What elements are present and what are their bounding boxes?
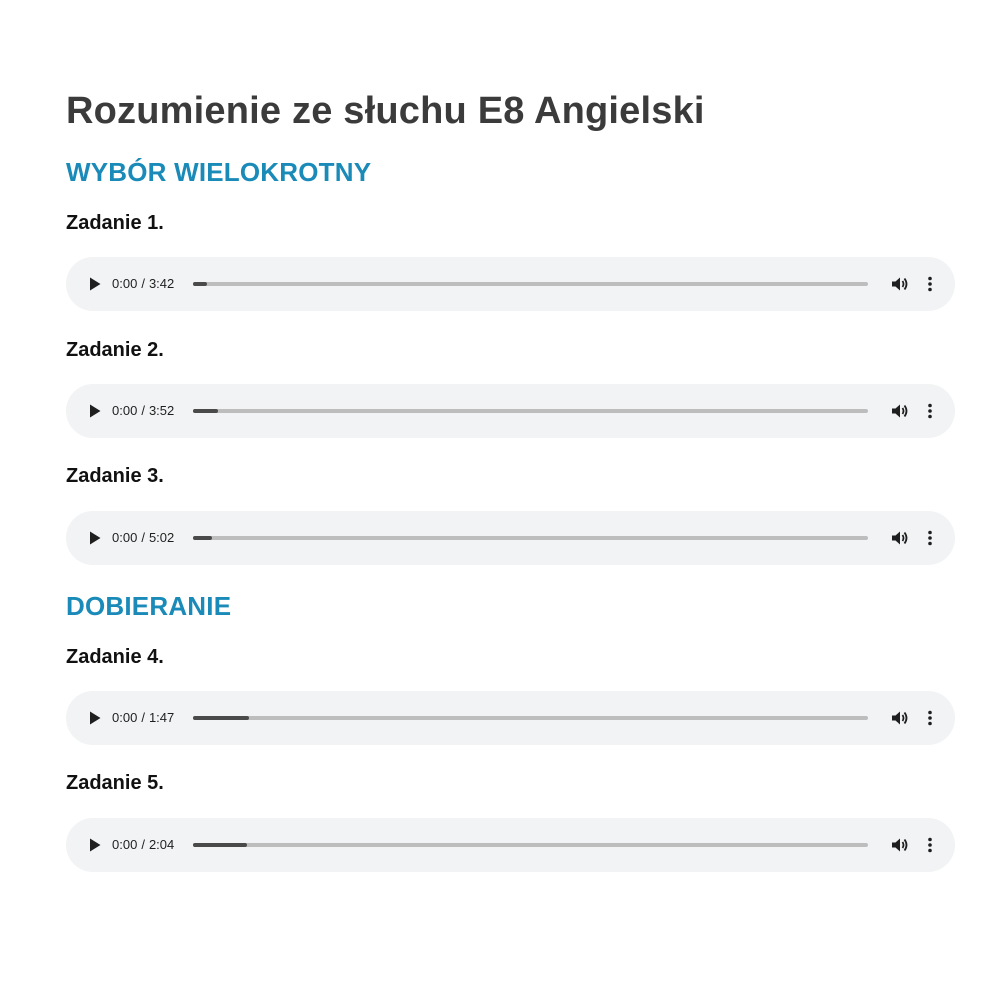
time-display: 0:00/5:02 <box>112 511 174 565</box>
volume-icon[interactable] <box>888 272 912 296</box>
progress-fill <box>193 282 207 286</box>
section-heading-matching: DOBIERANIE <box>66 591 232 621</box>
time-separator: / <box>141 276 145 291</box>
play-icon[interactable] <box>82 272 106 296</box>
more-vertical-icon[interactable] <box>920 833 940 857</box>
time-separator: / <box>141 837 145 852</box>
task-heading-4: Zadanie 4. <box>66 646 164 668</box>
audio-player-1[interactable]: 0:00/3:42 <box>66 257 955 311</box>
time-separator: / <box>141 403 145 418</box>
audio-player-3[interactable]: 0:00/5:02 <box>66 511 955 565</box>
volume-icon[interactable] <box>888 399 912 423</box>
audio-player-5[interactable]: 0:00/2:04 <box>66 818 955 872</box>
play-icon[interactable] <box>82 526 106 550</box>
progress-slider[interactable] <box>193 282 868 286</box>
play-icon[interactable] <box>82 833 106 857</box>
more-vertical-icon[interactable] <box>920 399 940 423</box>
duration: 1:47 <box>148 710 175 725</box>
time-display: 0:00/2:04 <box>112 818 174 872</box>
page-title: Rozumienie ze słuchu E8 Angielski <box>66 90 705 132</box>
more-vertical-icon[interactable] <box>920 526 940 550</box>
duration: 3:42 <box>148 276 175 291</box>
time-display: 0:00/3:42 <box>112 257 174 311</box>
progress-slider[interactable] <box>193 843 868 847</box>
progress-slider[interactable] <box>193 716 868 720</box>
progress-fill <box>193 536 212 540</box>
play-icon[interactable] <box>82 706 106 730</box>
task-heading-5: Zadanie 5. <box>66 772 164 794</box>
task-heading-2: Zadanie 2. <box>66 339 164 361</box>
audio-player-2[interactable]: 0:00/3:52 <box>66 384 955 438</box>
duration: 3:52 <box>148 403 175 418</box>
audio-player-4[interactable]: 0:00/1:47 <box>66 691 955 745</box>
volume-icon[interactable] <box>888 526 912 550</box>
page: Rozumienie ze słuchu E8 Angielski WYBÓR … <box>0 0 1000 1000</box>
task-heading-3: Zadanie 3. <box>66 465 164 487</box>
progress-slider[interactable] <box>193 409 868 413</box>
time-separator: / <box>141 710 145 725</box>
duration: 2:04 <box>148 837 175 852</box>
volume-icon[interactable] <box>888 833 912 857</box>
current-time: 0:00 <box>112 276 138 291</box>
section-heading-multiple-choice: WYBÓR WIELOKROTNY <box>66 157 372 187</box>
play-icon[interactable] <box>82 399 106 423</box>
current-time: 0:00 <box>112 530 138 545</box>
progress-fill <box>193 843 247 847</box>
progress-slider[interactable] <box>193 536 868 540</box>
time-separator: / <box>141 530 145 545</box>
time-display: 0:00/3:52 <box>112 384 174 438</box>
duration: 5:02 <box>148 530 175 545</box>
time-display: 0:00/1:47 <box>112 691 174 745</box>
current-time: 0:00 <box>112 710 138 725</box>
more-vertical-icon[interactable] <box>920 706 940 730</box>
current-time: 0:00 <box>112 837 138 852</box>
progress-fill <box>193 409 218 413</box>
current-time: 0:00 <box>112 403 138 418</box>
more-vertical-icon[interactable] <box>920 272 940 296</box>
task-heading-1: Zadanie 1. <box>66 212 164 234</box>
progress-fill <box>193 716 250 720</box>
volume-icon[interactable] <box>888 706 912 730</box>
